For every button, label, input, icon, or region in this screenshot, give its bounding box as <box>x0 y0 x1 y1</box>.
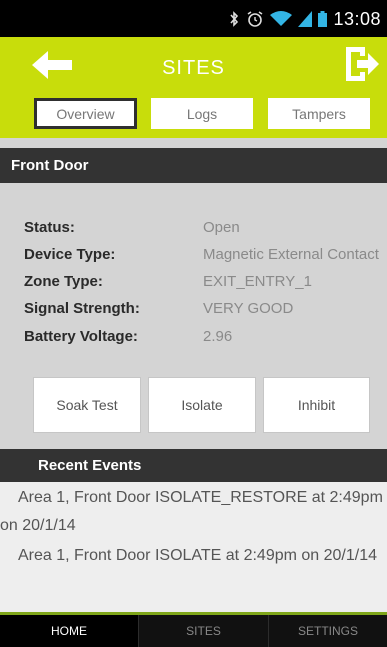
info-row-signal-strength: Signal Strength: VERY GOOD <box>0 300 387 324</box>
tab-tampers-label: Tampers <box>292 105 346 122</box>
isolate-button[interactable]: Isolate <box>148 377 256 433</box>
status-time: 13:08 <box>333 8 381 29</box>
recent-events-title: Recent Events <box>38 457 142 474</box>
nav-sites-label: SITES <box>186 624 221 638</box>
list-item: Area 1, Front Door ISOLATE at 2:49pm on … <box>18 547 378 564</box>
header-bar: SITES Overview Logs Tampers <box>0 37 387 138</box>
info-row-device-type: Device Type: Magnetic External Contact <box>0 246 387 270</box>
page-title: SITES <box>162 57 225 79</box>
status-bar: 13:08 <box>0 0 387 37</box>
nav-home[interactable]: HOME <box>0 615 138 647</box>
info-value: Open <box>203 219 240 236</box>
inhibit-button[interactable]: Inhibit <box>263 377 370 433</box>
tab-overview-label: Overview <box>56 105 115 122</box>
tab-overview[interactable]: Overview <box>34 98 137 129</box>
soak-test-label: Soak Test <box>56 397 118 413</box>
list-item: Area 1, Front Door ISOLATE_RESTORE at 2:… <box>0 489 383 534</box>
tab-logs-label: Logs <box>186 105 218 122</box>
info-value: Magnetic External Contact <box>203 246 379 263</box>
alarm-icon <box>248 11 263 27</box>
recent-events-list: Area 1, Front Door ISOLATE_RESTORE at 2:… <box>0 482 387 612</box>
tab-logs[interactable]: Logs <box>151 98 253 129</box>
info-row-zone-type: Zone Type: EXIT_ENTRY_1 <box>0 273 387 297</box>
device-name: Front Door <box>11 157 89 174</box>
signal-icon <box>298 11 313 27</box>
bluetooth-icon <box>230 11 239 27</box>
info-label: Device Type: <box>24 246 116 263</box>
nav-settings-label: SETTINGS <box>297 624 358 638</box>
info-value: EXIT_ENTRY_1 <box>203 273 312 290</box>
info-row-status: Status: Open <box>0 219 387 243</box>
nav-settings[interactable]: SETTINGS <box>268 615 387 647</box>
info-value: VERY GOOD <box>203 300 294 317</box>
nav-sites[interactable]: SITES <box>138 615 268 647</box>
info-value: 2.96 <box>203 328 233 345</box>
bottom-nav: HOME SITES SETTINGS <box>0 615 387 647</box>
device-name-header: Front Door <box>0 148 387 183</box>
exit-icon[interactable] <box>343 44 381 84</box>
status-icons: 13:08 <box>228 8 387 30</box>
nav-home-label: HOME <box>51 624 87 638</box>
info-label: Signal Strength: <box>24 300 140 317</box>
recent-events-header: Recent Events <box>0 449 387 482</box>
info-row-battery-voltage: Battery Voltage: 2.96 <box>0 328 387 352</box>
inhibit-label: Inhibit <box>297 397 336 413</box>
info-label: Zone Type: <box>24 273 103 290</box>
info-label: Battery Voltage: <box>24 328 138 345</box>
isolate-label: Isolate <box>181 397 223 413</box>
soak-test-button[interactable]: Soak Test <box>33 377 141 433</box>
tab-tampers[interactable]: Tampers <box>268 98 370 129</box>
wifi-icon <box>270 11 293 26</box>
info-label: Status: <box>24 219 75 236</box>
battery-icon <box>318 11 328 27</box>
